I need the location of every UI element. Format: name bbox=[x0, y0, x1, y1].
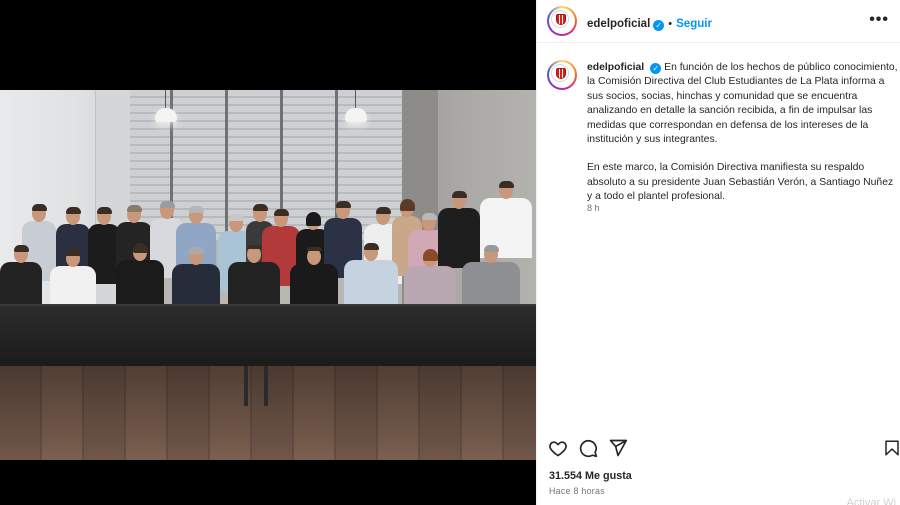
caption-avatar[interactable] bbox=[547, 60, 577, 90]
share-icon[interactable] bbox=[608, 438, 628, 458]
profile-avatar[interactable] bbox=[547, 6, 577, 36]
separator-dot: • bbox=[668, 18, 673, 30]
likes-count[interactable]: 31.554 Me gusta bbox=[549, 470, 632, 482]
post-media[interactable] bbox=[0, 0, 536, 505]
bookmark-icon[interactable] bbox=[883, 438, 900, 458]
post-caption: edelpoficial ✓ En función de los hechos de… bbox=[587, 61, 900, 219]
activation-watermark: Activar Wi bbox=[846, 497, 897, 505]
heart-icon[interactable] bbox=[548, 438, 568, 458]
follow-button[interactable]: Seguir bbox=[676, 18, 712, 30]
more-options-icon[interactable]: ••• bbox=[869, 12, 889, 28]
post-photo[interactable] bbox=[0, 90, 536, 460]
verified-badge-icon: ✓ bbox=[653, 20, 665, 31]
caption-username[interactable]: edelpoficial bbox=[587, 62, 644, 73]
caption-paragraph-2: En este marco, la Comisión Directiva man… bbox=[587, 162, 894, 203]
post-header: edelpoficial ✓ • Seguir ••• bbox=[537, 0, 900, 43]
action-bar bbox=[537, 434, 900, 462]
post-panel: edelpoficial ✓ • Seguir ••• edelpoficial ✓ En… bbox=[536, 0, 900, 505]
header-username[interactable]: edelpoficial bbox=[587, 18, 650, 30]
club-crest-icon bbox=[556, 14, 566, 25]
verified-badge-icon: ✓ bbox=[650, 63, 662, 74]
comment-icon[interactable] bbox=[578, 438, 598, 458]
caption-time[interactable]: 8 h bbox=[587, 203, 600, 213]
club-crest-icon bbox=[556, 68, 566, 79]
posted-ago[interactable]: Hace 8 horas bbox=[549, 486, 605, 496]
caption-paragraph-1: En función de los hechos de público cono… bbox=[587, 62, 898, 146]
